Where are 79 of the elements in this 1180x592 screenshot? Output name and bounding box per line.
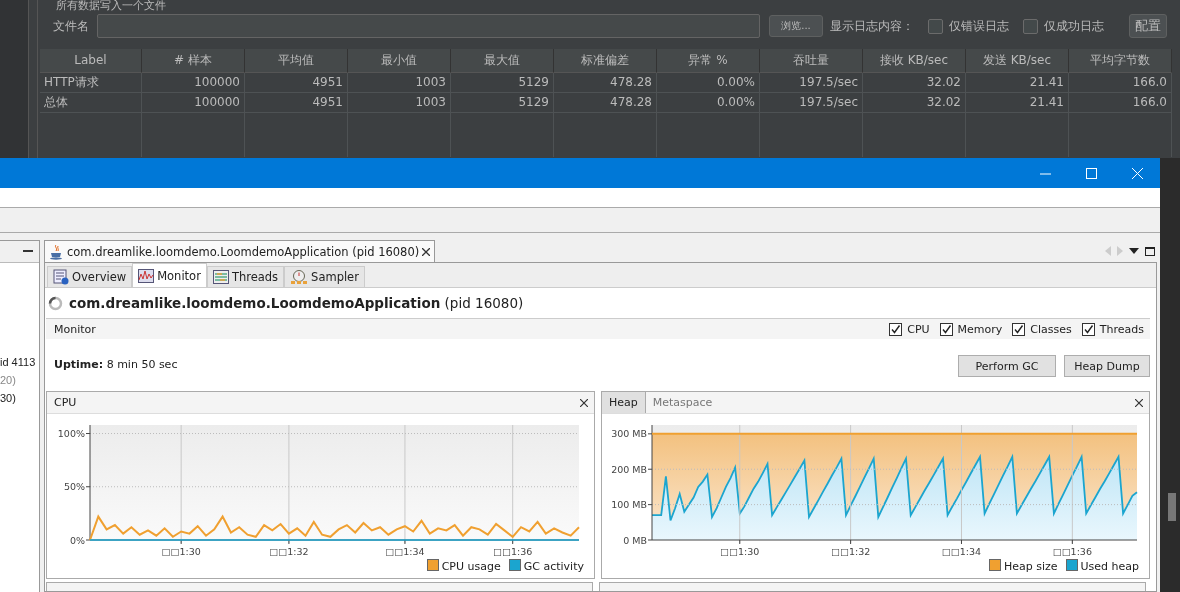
column-header[interactable]: 平均值 xyxy=(245,49,348,73)
axis-label: □□1:36 xyxy=(1052,546,1092,556)
table-cell: 478.28 xyxy=(554,93,657,113)
action-button[interactable]: Perform GC xyxy=(958,355,1056,377)
table-cell: 总体 xyxy=(40,93,142,113)
column-header[interactable]: 吞吐量 xyxy=(760,49,863,73)
section-title: Monitor xyxy=(54,322,96,336)
checkbox-label[interactable]: CPU xyxy=(907,322,930,336)
table-cell: 4951 xyxy=(245,73,348,93)
table-cell: 21.41 xyxy=(966,93,1069,113)
action-button[interactable]: Heap Dump xyxy=(1064,355,1150,377)
axis-label: 100 MB xyxy=(611,499,647,511)
column-header[interactable]: 接收 KB/sec xyxy=(863,49,966,73)
table-cell: 100000 xyxy=(142,93,245,113)
column-header[interactable]: 最大值 xyxy=(451,49,554,73)
column-header[interactable]: 最小值 xyxy=(348,49,451,73)
table-cell: 0.00% xyxy=(657,73,760,93)
table-cell: 0.00% xyxy=(657,93,760,113)
axis-label: 200 MB xyxy=(611,463,647,475)
table-cell: HTTP请求 xyxy=(40,73,142,93)
table-cell: 1003 xyxy=(348,93,451,113)
section-title: 所有数据写入一个文件 xyxy=(56,0,166,12)
table-cell: 197.5/sec xyxy=(760,93,863,113)
legend-label: CPU usage xyxy=(441,560,501,573)
axis-label: □□1:30 xyxy=(161,546,201,556)
legend-label: GC activity xyxy=(523,560,584,573)
table-cell: 100000 xyxy=(142,73,245,93)
panel-tab[interactable]: Metaspace xyxy=(645,392,720,413)
table-cell: 5129 xyxy=(451,73,554,93)
log-label: 显示日志内容： xyxy=(830,17,914,35)
table-cell: 4951 xyxy=(245,93,348,113)
table-cell: 5129 xyxy=(451,93,554,113)
axis-label: □□1:36 xyxy=(493,546,533,556)
axis-label: 0 MB xyxy=(623,534,647,546)
legend-label: Used heap xyxy=(1080,560,1139,573)
axis-label: □□1:32 xyxy=(830,546,871,556)
axis-label: □□1:30 xyxy=(720,546,760,556)
column-header[interactable]: Label xyxy=(40,49,142,73)
table-cell: 32.02 xyxy=(863,93,966,113)
view-tab[interactable]: Threads xyxy=(206,266,285,287)
table-cell: 478.28 xyxy=(554,73,657,93)
view-tab[interactable]: Sampler xyxy=(284,266,365,287)
panel-tab[interactable]: Heap xyxy=(602,392,646,413)
table-cell: 166.0 xyxy=(1069,93,1172,113)
view-tab[interactable]: Overview xyxy=(47,266,133,287)
axis-label: 100% xyxy=(57,428,85,439)
checkbox-label[interactable]: 仅错误日志 xyxy=(949,17,1009,35)
field-label: 文件名 xyxy=(53,17,89,35)
checkbox-label[interactable]: Memory xyxy=(957,322,1003,336)
axis-label: □□1:32 xyxy=(269,546,309,556)
checkbox-label[interactable]: 仅成功日志 xyxy=(1044,17,1104,35)
tree-item[interactable]: id 4113 xyxy=(0,353,36,371)
table-cell: 197.5/sec xyxy=(760,73,863,93)
column-header[interactable]: 标准偏差 xyxy=(554,49,657,73)
checkbox-label[interactable]: Threads xyxy=(1099,322,1144,336)
config-button[interactable]: 配置 xyxy=(1129,14,1167,38)
tree-item[interactable]: 20) xyxy=(0,371,16,389)
application-title: com.dreamlike.loomdemo.LoomdemoApplication (pid 16080) xyxy=(69,295,524,311)
axis-label: □□1:34 xyxy=(385,546,425,556)
checkbox-label[interactable]: Classes xyxy=(1030,322,1072,336)
axis-label: 300 MB xyxy=(611,428,647,440)
column-header[interactable]: # 样本 xyxy=(142,49,245,73)
table-cell: 1003 xyxy=(348,73,451,93)
table-cell: 166.0 xyxy=(1069,73,1172,93)
panel-tab[interactable]: CPU xyxy=(47,392,84,413)
axis-label: 50% xyxy=(63,481,85,493)
tree-item[interactable]: 30) xyxy=(0,389,16,407)
uptime-text: Uptime: 8 min 50 sec xyxy=(54,357,178,371)
view-tab[interactable]: Monitor xyxy=(132,263,207,287)
axis-label: □□1:34 xyxy=(941,546,982,556)
table-cell: 21.41 xyxy=(966,73,1069,93)
browse-button[interactable]: 浏览... xyxy=(769,15,823,37)
table-cell: 32.02 xyxy=(863,73,966,93)
column-header[interactable]: 平均字节数 xyxy=(1069,49,1172,73)
document-tab[interactable]: com.dreamlike.loomdemo.LoomdemoApplication (pid 16080) xyxy=(44,240,436,262)
legend-label: Heap size xyxy=(1003,560,1058,573)
column-header[interactable]: 发送 KB/sec xyxy=(966,49,1069,73)
column-header[interactable]: 异常 % xyxy=(657,49,760,73)
axis-label: 0% xyxy=(69,534,85,546)
